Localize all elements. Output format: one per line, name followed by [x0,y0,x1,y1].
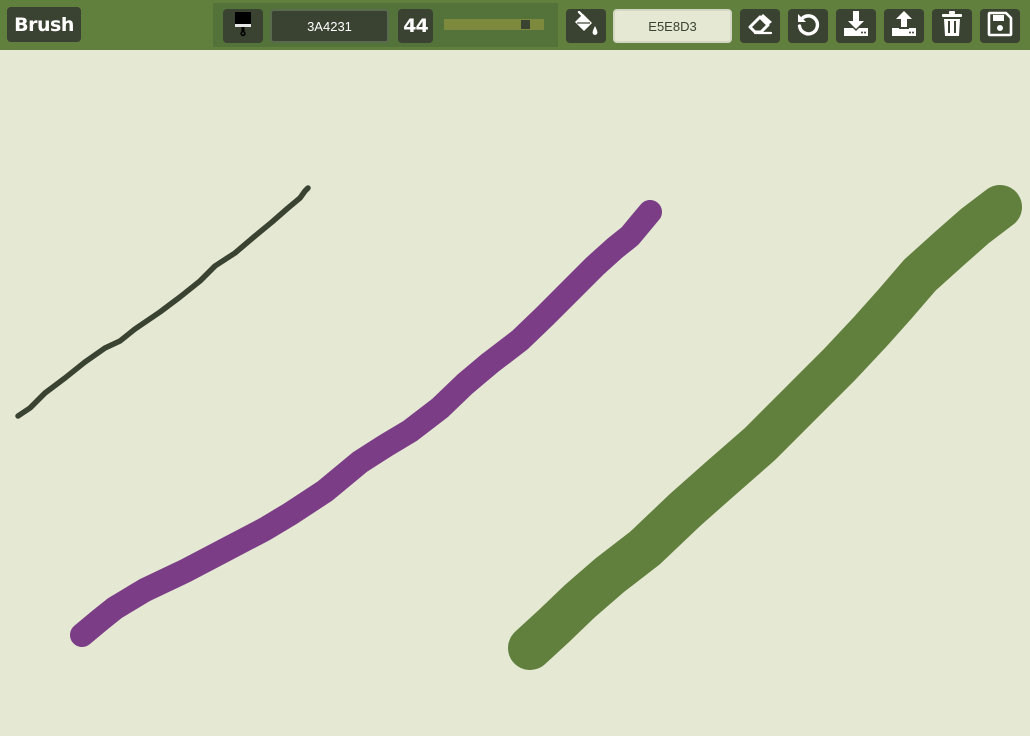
paint-brush-icon [233,11,253,42]
paint-bucket-icon [572,10,600,42]
brush-size-slider-thumb[interactable] [521,20,530,29]
trash-icon [940,10,964,43]
purple-brush-stroke [70,200,662,647]
undo-icon [795,11,821,42]
download-icon [843,10,869,43]
brush-tool-button[interactable] [223,9,263,43]
eraser-button[interactable] [740,9,780,43]
brush-color-input[interactable] [270,9,389,43]
drawing-canvas[interactable] [0,50,1030,736]
tool-mode-button[interactable]: Brush [7,7,81,42]
floppy-disk-icon [987,11,1013,42]
background-color-input[interactable] [613,9,732,43]
clear-canvas-button[interactable] [932,9,972,43]
upload-button[interactable] [884,9,924,43]
save-button[interactable] [980,9,1020,43]
undo-button[interactable] [788,9,828,43]
fill-tool-button[interactable] [566,9,606,43]
dark-brush-stroke [15,185,311,419]
brush-size-slider[interactable] [444,19,544,30]
download-button[interactable] [836,9,876,43]
upload-icon [891,10,917,43]
paint-app: Brush 44 [0,0,1030,736]
toolbar: Brush 44 [0,0,1030,50]
brush-size-value: 44 [398,9,433,43]
eraser-icon [746,12,774,41]
